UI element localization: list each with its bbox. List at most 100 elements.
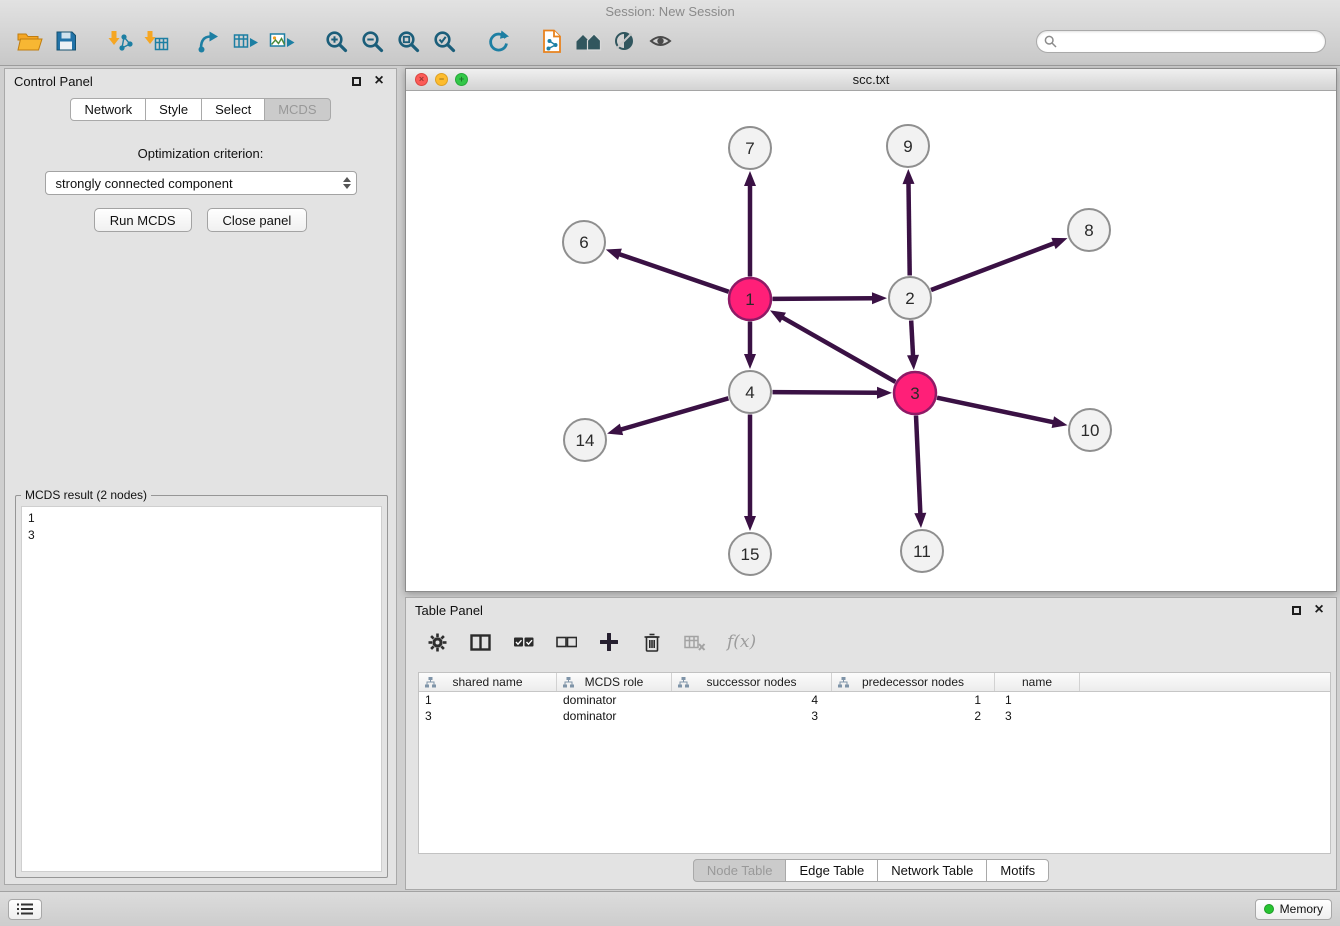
criterion-select[interactable]: strongly connected component	[45, 171, 357, 195]
column-header-predecessor-nodes[interactable]: predecessor nodes	[832, 673, 995, 691]
tab-select[interactable]: Select	[201, 98, 265, 121]
tab-mcds[interactable]: MCDS	[264, 98, 330, 121]
show-hide-button[interactable]	[642, 24, 678, 58]
window-title: Session: New Session	[0, 0, 1340, 19]
import-table-button[interactable]	[138, 24, 174, 58]
mcds-result-item: 1	[22, 507, 381, 527]
column-sort-icon	[425, 677, 436, 688]
cell-shared-name[interactable]: 1	[419, 693, 557, 707]
node-table: shared name MCDS role successor nodes pr…	[418, 672, 1331, 854]
table-row[interactable]: 1 dominator 4 1 1	[419, 692, 1330, 708]
graph-node-label: 6	[579, 233, 588, 252]
cell-successor-nodes[interactable]: 3	[672, 709, 832, 723]
column-label: name	[1022, 675, 1052, 689]
delete-table-button[interactable]	[684, 630, 706, 654]
table-panel: Table Panel ×	[405, 597, 1337, 890]
graph-arrowhead-icon	[606, 249, 622, 260]
search-box[interactable]	[1036, 30, 1326, 53]
status-bar: Memory	[0, 891, 1340, 926]
search-input[interactable]	[1062, 34, 1318, 48]
graph-node-label: 3	[910, 384, 919, 403]
graph-edge-2-9[interactable]	[908, 182, 909, 276]
graph-edge-2-3[interactable]	[911, 320, 913, 357]
cell-name[interactable]: 3	[995, 709, 1080, 723]
window-controls: × − +	[415, 73, 468, 86]
graph-edge-1-6[interactable]	[618, 254, 729, 292]
table-row[interactable]: 3 dominator 3 2 3	[419, 708, 1330, 724]
column-header-shared-name[interactable]: shared name	[419, 673, 557, 691]
mcds-buttons-row: Run MCDS Close panel	[5, 208, 396, 232]
network-canvas[interactable]: 7968124314101511	[406, 92, 1336, 591]
network-graph[interactable]: 7968124314101511	[406, 92, 1336, 591]
close-table-panel-button[interactable]: ×	[1311, 602, 1327, 618]
export-table-button[interactable]	[228, 24, 264, 58]
cell-mcds-role[interactable]: dominator	[557, 709, 672, 723]
task-history-button[interactable]	[8, 899, 42, 920]
chevron-up-icon	[343, 177, 351, 182]
trash-icon	[642, 632, 662, 653]
graphics-details-button[interactable]	[606, 24, 642, 58]
tab-network[interactable]: Network	[70, 98, 146, 121]
graph-edge-2-8[interactable]	[931, 243, 1055, 290]
tab-edge-table[interactable]: Edge Table	[785, 859, 878, 882]
minimize-window-icon[interactable]: −	[435, 73, 448, 86]
graph-edge-4-14[interactable]	[620, 398, 729, 430]
mcds-result-list[interactable]: 1 3	[21, 506, 382, 872]
zoom-selected-button[interactable]	[426, 24, 462, 58]
network-view-window: × − + scc.txt 7968124314101511	[405, 68, 1337, 592]
graph-edge-3-10[interactable]	[937, 398, 1055, 423]
open-session-button[interactable]	[12, 24, 48, 58]
graph-edge-4-3[interactable]	[772, 392, 879, 393]
close-window-icon[interactable]: ×	[415, 73, 428, 86]
zoom-fit-button[interactable]	[390, 24, 426, 58]
tab-node-table[interactable]: Node Table	[693, 859, 787, 882]
close-panel-action-button[interactable]: Close panel	[207, 208, 308, 232]
import-network-button[interactable]	[102, 24, 138, 58]
cell-predecessor-nodes[interactable]: 2	[832, 709, 995, 723]
graph-edge-3-1[interactable]	[781, 317, 895, 382]
table-settings-button[interactable]	[426, 630, 448, 654]
memory-button[interactable]: Memory	[1255, 899, 1332, 920]
network-window-titlebar[interactable]: × − + scc.txt	[406, 69, 1336, 91]
zoom-out-button[interactable]	[354, 24, 390, 58]
open-folder-icon	[17, 30, 43, 52]
cell-mcds-role[interactable]: dominator	[557, 693, 672, 707]
cell-successor-nodes[interactable]: 4	[672, 693, 832, 707]
tab-motifs[interactable]: Motifs	[986, 859, 1049, 882]
unselect-all-columns-button[interactable]	[555, 630, 577, 654]
select-stepper-icon	[343, 177, 351, 189]
zoom-window-icon[interactable]: +	[455, 73, 468, 86]
select-all-columns-button[interactable]	[512, 630, 534, 654]
close-panel-button[interactable]: ×	[371, 73, 387, 89]
eye-icon	[649, 30, 672, 52]
column-header-successor-nodes[interactable]: successor nodes	[672, 673, 832, 691]
cell-predecessor-nodes[interactable]: 1	[832, 693, 995, 707]
show-columns-button[interactable]	[469, 630, 491, 654]
export-image-button[interactable]	[264, 24, 300, 58]
control-panel: Control Panel × Network Style Select MCD…	[4, 68, 397, 885]
float-panel-button[interactable]	[348, 73, 364, 89]
copy-network-button[interactable]	[534, 24, 570, 58]
cell-shared-name[interactable]: 3	[419, 709, 557, 723]
function-builder-button[interactable]: f(x)	[727, 630, 756, 654]
cell-name[interactable]: 1	[995, 693, 1080, 707]
save-session-button[interactable]	[48, 24, 84, 58]
graph-edge-3-11[interactable]	[916, 415, 920, 515]
create-column-button[interactable]	[598, 630, 620, 654]
network-window-title: scc.txt	[853, 72, 890, 87]
run-mcds-button[interactable]: Run MCDS	[94, 208, 192, 232]
delete-column-button[interactable]	[641, 630, 663, 654]
graph-node-label: 10	[1081, 421, 1100, 440]
tab-network-table[interactable]: Network Table	[877, 859, 987, 882]
float-table-panel-button[interactable]	[1288, 602, 1304, 618]
column-header-name[interactable]: name	[995, 673, 1080, 691]
home-button[interactable]	[570, 24, 606, 58]
main-toolbar	[0, 19, 1340, 63]
mcds-result-groupbox: MCDS result (2 nodes) 1 3	[15, 495, 388, 878]
export-network-button[interactable]	[192, 24, 228, 58]
apply-layout-button[interactable]	[480, 24, 516, 58]
zoom-in-button[interactable]	[318, 24, 354, 58]
column-header-mcds-role[interactable]: MCDS role	[557, 673, 672, 691]
graph-edge-1-2[interactable]	[772, 298, 874, 299]
tab-style[interactable]: Style	[145, 98, 202, 121]
